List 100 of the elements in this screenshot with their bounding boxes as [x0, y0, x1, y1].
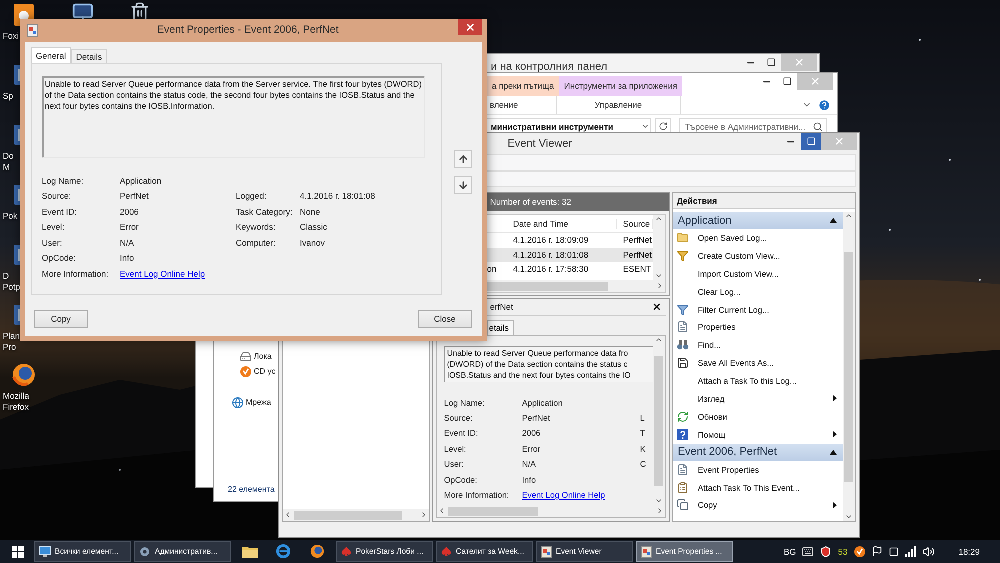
- scroll-up-icon[interactable]: [844, 212, 853, 220]
- field-label: K: [640, 444, 647, 454]
- tab[interactable]: General: [31, 47, 72, 63]
- spade-icon: [441, 546, 452, 557]
- submenu-arrow-icon: [832, 395, 837, 402]
- ribbon-tab[interactable]: Управление: [557, 96, 681, 114]
- field-value: PerfNet: [522, 413, 552, 424]
- arrow-down-icon: [458, 180, 468, 190]
- close-icon: [834, 136, 844, 147]
- gear-icon: [139, 546, 151, 558]
- desktop-icon-label[interactable]: Pok: [0, 211, 18, 222]
- action-item[interactable]: Filter Current Log...: [672, 300, 843, 318]
- desktop-icon-label[interactable]: Pro: [0, 342, 16, 353]
- ribbon-tab[interactable]: а преки пътища: [487, 76, 560, 96]
- help-icon[interactable]: [818, 98, 831, 112]
- check-circle-icon[interactable]: [854, 546, 866, 558]
- section-header[interactable]: Application: [672, 212, 843, 229]
- field-value: PerfNet: [120, 191, 150, 202]
- scroll-down-icon[interactable]: [654, 497, 663, 505]
- close-icon: [810, 76, 820, 87]
- desktop-icon-label[interactable]: Do: [0, 151, 14, 162]
- field-label: Computer:: [236, 238, 277, 248]
- action-item[interactable]: Event Properties: [672, 460, 843, 479]
- action-item[interactable]: Properties: [672, 318, 843, 336]
- desktop-icon-label[interactable]: Firefox: [0, 402, 29, 413]
- close-icon[interactable]: [652, 302, 662, 312]
- tab[interactable]: etails: [487, 320, 514, 335]
- maximize-button[interactable]: [801, 133, 821, 150]
- section-header[interactable]: Event 2006, PerfNet: [672, 444, 843, 461]
- folder-icon: [242, 545, 258, 558]
- field-value: N/A: [120, 238, 136, 248]
- flag-icon[interactable]: [872, 546, 883, 557]
- action-item[interactable]: Attach Task To This Event...: [672, 478, 843, 496]
- tab[interactable]: Details: [71, 49, 108, 63]
- search-icon: [813, 122, 823, 132]
- nav-item[interactable]: Мрежа: [232, 395, 272, 410]
- next-button[interactable]: [454, 176, 472, 194]
- vertical-scrollbar[interactable]: [652, 336, 665, 505]
- action-item[interactable]: Import Custom View...: [672, 264, 843, 283]
- keyboard-icon[interactable]: [802, 546, 814, 558]
- vertical-scrollbar[interactable]: [842, 212, 855, 521]
- previous-button[interactable]: [454, 150, 472, 168]
- desktop-icon-label[interactable]: Plan: [0, 331, 20, 342]
- desktop-icon-label[interactable]: M: [0, 162, 10, 173]
- scroll-down-icon[interactable]: [844, 513, 853, 521]
- close-button[interactable]: [458, 19, 482, 35]
- horizontal-scrollbar[interactable]: [283, 509, 430, 521]
- close-button[interactable]: Close: [418, 310, 472, 328]
- table-cell-text: on: [486, 264, 498, 274]
- field-label: OpCode:: [42, 253, 78, 264]
- ribbon-tab[interactable]: Инструменти за приложения: [559, 76, 682, 96]
- message-line: IOSB.Status and the next four bytes contains the IO: [447, 370, 632, 381]
- field-label: Level:: [444, 444, 468, 454]
- status-text: 22 елемента: [228, 485, 275, 496]
- scroll-up-icon[interactable]: [654, 336, 663, 344]
- field-label: L: [640, 413, 646, 424]
- action-item[interactable]: Clear Log...: [672, 282, 843, 301]
- copy-button[interactable]: Copy: [34, 310, 88, 328]
- field-label: More Information:: [42, 268, 110, 279]
- desktop-icon-label[interactable]: Foxi: [0, 31, 20, 42]
- browser-e-icon: [276, 544, 291, 559]
- field-label: Task Category:: [236, 206, 294, 217]
- field-label: Event ID:: [42, 206, 78, 217]
- signal-icon[interactable]: [904, 546, 917, 557]
- refresh-icon: [676, 410, 689, 423]
- action-item[interactable]: Обнови: [672, 408, 843, 426]
- event-log-icon: [27, 24, 38, 37]
- help-link[interactable]: Event Log Online Help: [120, 268, 206, 279]
- action-item[interactable]: Помощ: [672, 426, 843, 444]
- scroll-left-icon[interactable]: [284, 511, 292, 519]
- action-item[interactable]: Open Saved Log...: [672, 229, 843, 247]
- scroll-up-icon[interactable]: [654, 215, 663, 223]
- column-header[interactable]: Date and Time: [507, 218, 618, 228]
- desktop-icon-label[interactable]: Potp: [0, 282, 20, 293]
- nav-item[interactable]: Лока: [240, 349, 272, 364]
- tray-counter[interactable]: 53: [838, 546, 848, 556]
- window-icon[interactable]: [888, 546, 899, 556]
- desktop-icon-label[interactable]: D: [0, 271, 10, 282]
- field-value: 2006: [522, 428, 542, 438]
- action-item[interactable]: Find...: [672, 336, 843, 354]
- scroll-down-icon[interactable]: [654, 272, 663, 280]
- shield-icon[interactable]: [820, 546, 832, 558]
- language-indicator[interactable]: BG: [784, 546, 796, 556]
- pane-title: Действия: [672, 193, 855, 209]
- action-item[interactable]: Create Custom View...: [672, 246, 843, 265]
- field-value: Info: [120, 253, 136, 264]
- action-item[interactable]: Изглед: [672, 390, 843, 408]
- action-item[interactable]: Attach a Task To this Log...: [672, 372, 843, 390]
- nav-item[interactable]: CD ус: [240, 364, 276, 379]
- action-item[interactable]: Copy: [672, 496, 843, 514]
- refresh-icon: [658, 122, 668, 131]
- action-item[interactable]: Save All Events As...: [672, 354, 843, 372]
- window-title: Event Viewer: [506, 138, 574, 150]
- fox-globe-icon: [12, 363, 36, 387]
- vertical-scrollbar[interactable]: [652, 215, 665, 280]
- help-link[interactable]: Event Log Online Help: [522, 490, 606, 500]
- table-cell-text: 4.1.2016 г. 18:09:09: [512, 235, 590, 246]
- speaker-icon[interactable]: [922, 546, 935, 558]
- desktop-icon-label[interactable]: Sp: [0, 91, 14, 102]
- desktop-icon-label[interactable]: Mozilla: [0, 391, 30, 402]
